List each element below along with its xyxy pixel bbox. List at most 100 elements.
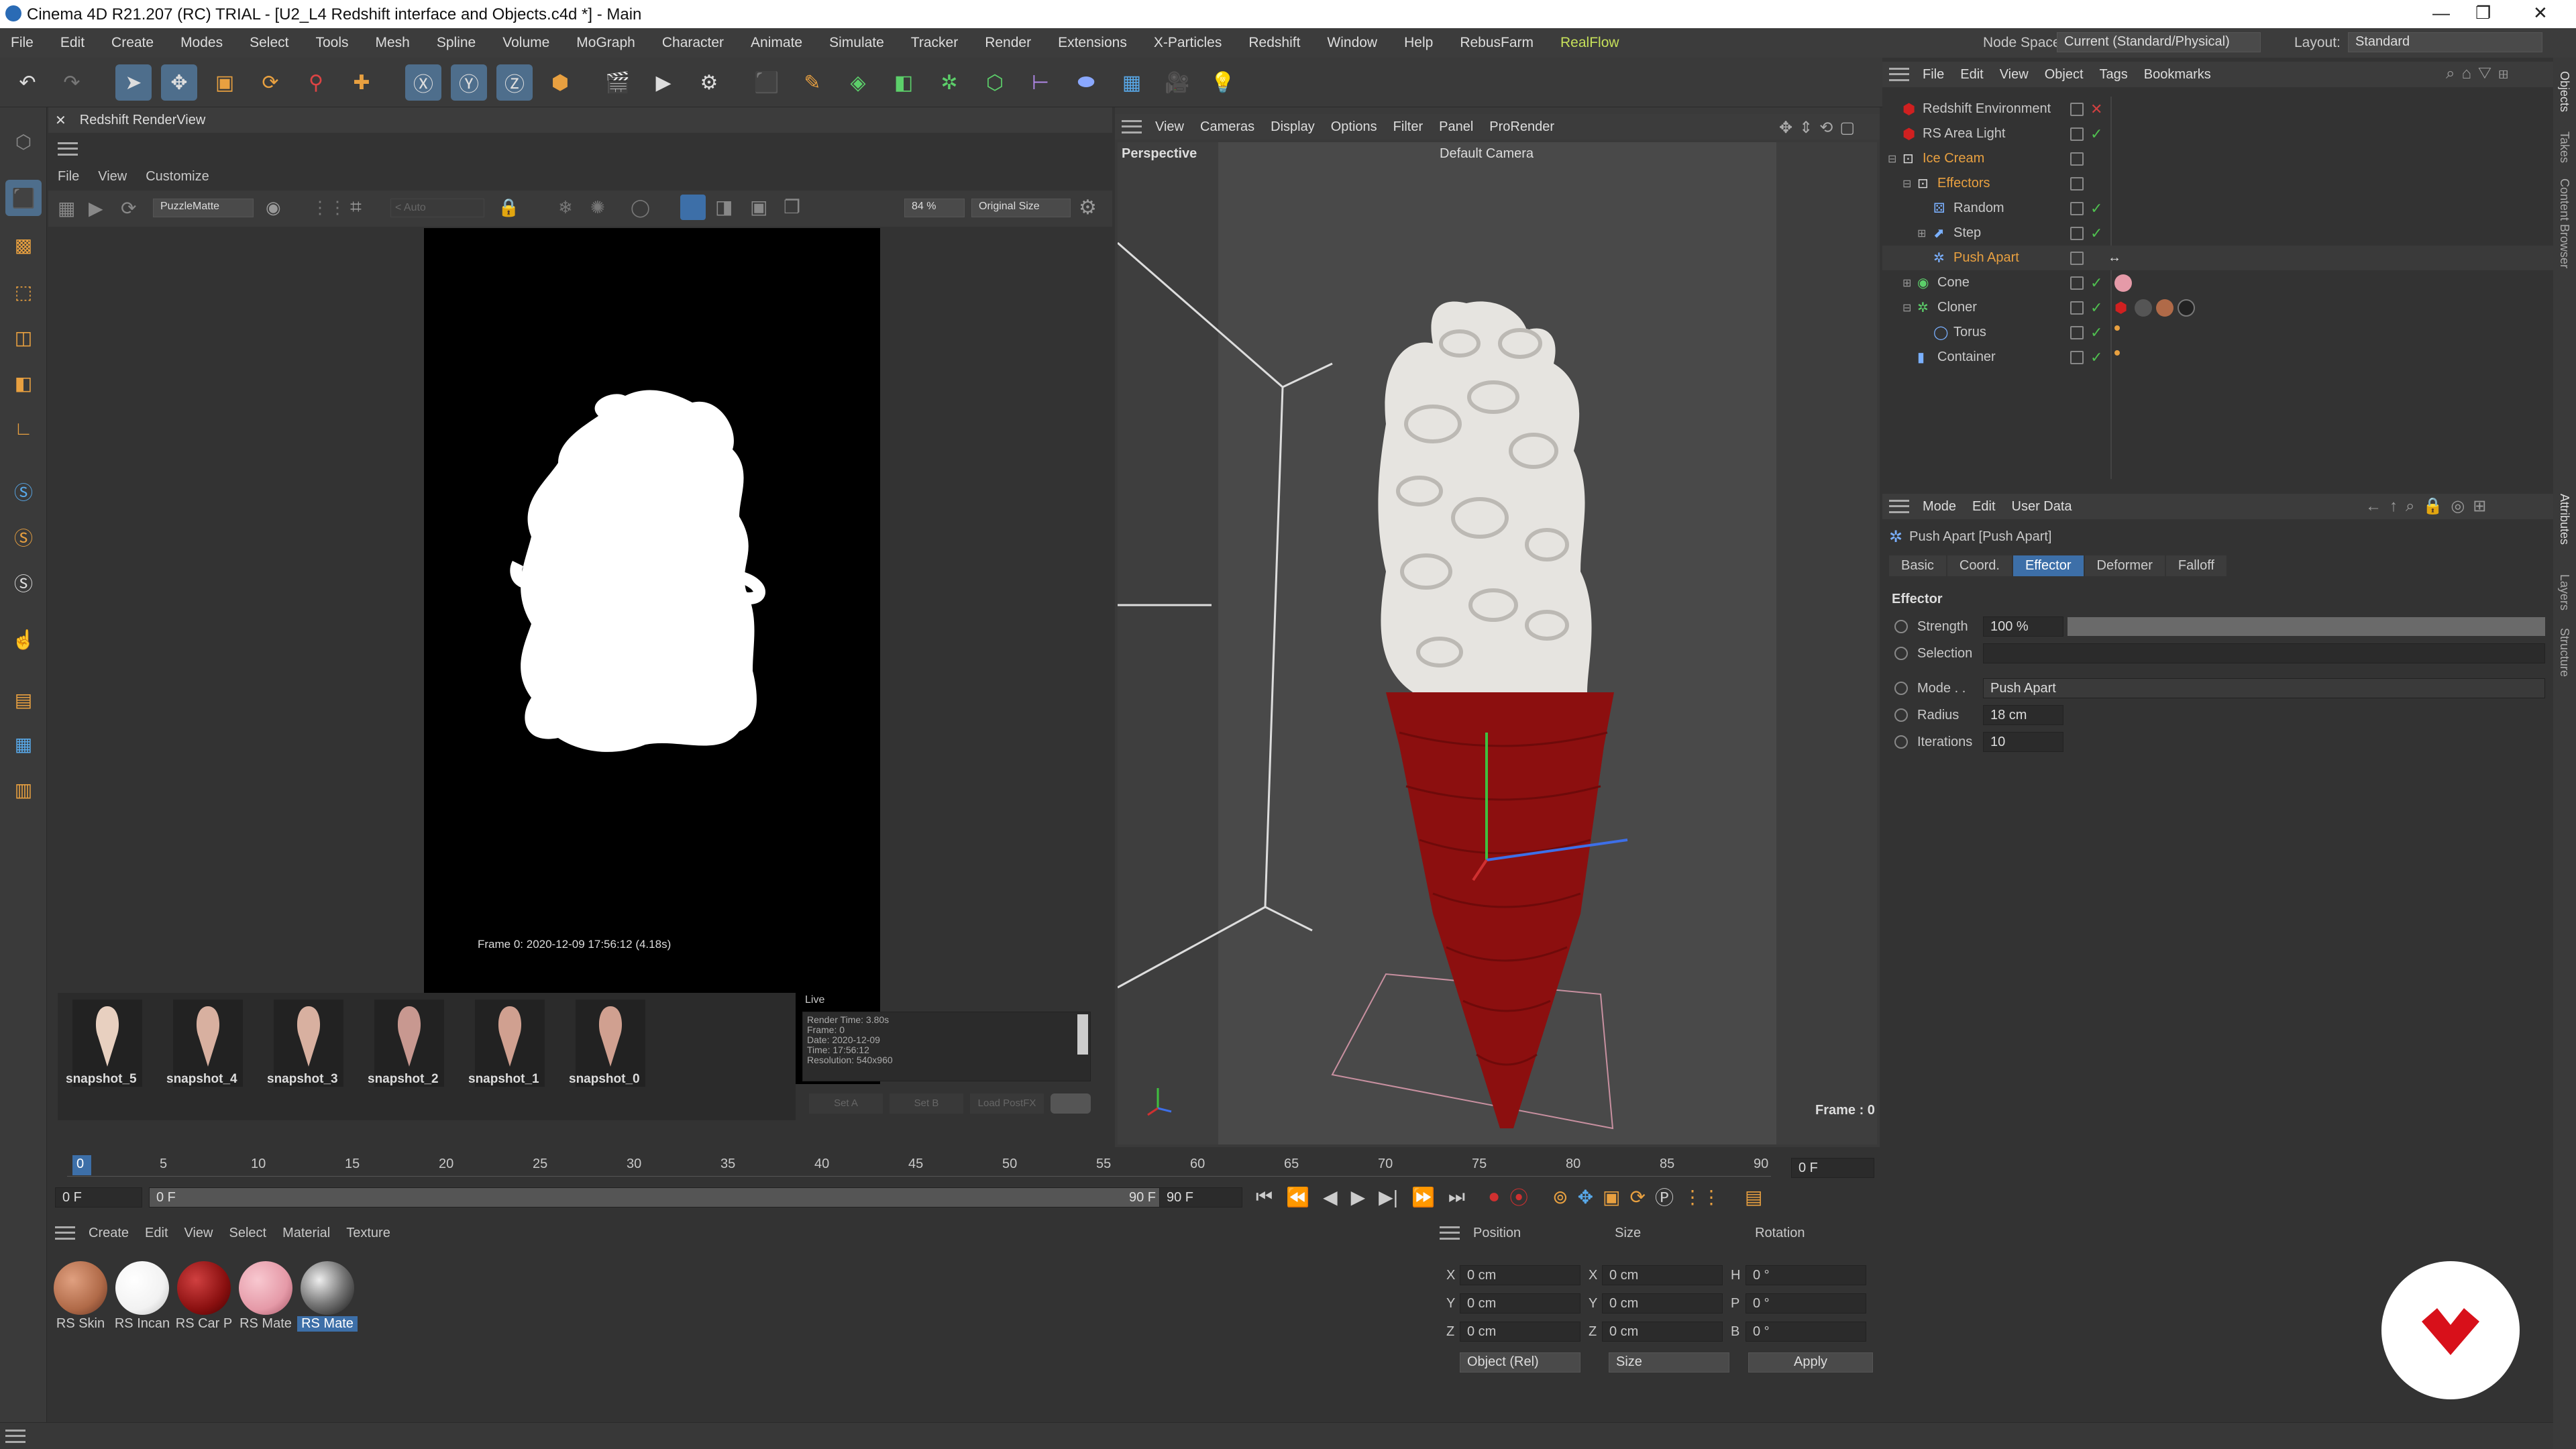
tweak-icon[interactable]: ☝ [5, 621, 42, 657]
visibility-flag[interactable] [2070, 152, 2084, 166]
mat-menu-view[interactable]: View [184, 1226, 213, 1241]
size-x-field[interactable]: 0 cm [1602, 1265, 1723, 1285]
frame-view-icon[interactable] [680, 195, 706, 220]
side-tab-structure[interactable]: Structure [2557, 628, 2571, 677]
material-swatch[interactable] [239, 1261, 292, 1315]
menu-redshift[interactable]: Redshift [1248, 35, 1300, 51]
polygons-mode-icon[interactable]: ◧ [5, 365, 42, 401]
material-swatch[interactable] [177, 1261, 231, 1315]
mat-menu-select[interactable]: Select [229, 1226, 267, 1241]
crop-icon[interactable]: ⌗ [350, 196, 362, 219]
key-move-icon[interactable]: ✥ [1578, 1186, 1593, 1208]
mat-menu-create[interactable]: Create [89, 1226, 129, 1241]
iterations-field[interactable]: 10 [1983, 732, 2063, 752]
coordinate-system-icon[interactable]: ⬢ [542, 64, 578, 101]
disabled-icon[interactable]: ✕ [2090, 101, 2102, 118]
om-menu-tags[interactable]: Tags [2100, 67, 2128, 83]
enabled-check-icon[interactable]: ✓ [2090, 324, 2102, 341]
animate-radio[interactable] [1894, 620, 1908, 633]
menu-create[interactable]: Create [111, 35, 154, 51]
collapse-icon[interactable]: ⊟ [1902, 177, 1911, 191]
undo-icon[interactable]: ↶ [9, 64, 46, 101]
visibility-flag[interactable] [2070, 301, 2084, 315]
render-picture-viewer-icon[interactable]: ▶ [645, 64, 682, 101]
attr-menu-icon[interactable] [1889, 500, 1909, 513]
animate-radio[interactable] [1894, 647, 1908, 660]
size-dropdown[interactable]: Original Size [971, 199, 1071, 217]
z-axis-icon[interactable]: Ⓩ [496, 64, 533, 101]
apply-button[interactable]: Apply [1748, 1352, 1873, 1373]
expand-icon[interactable]: ⊞ [1902, 276, 1911, 290]
load-postfx-button[interactable]: Load PostFX [970, 1093, 1044, 1114]
deformer-icon[interactable]: ⊢ [1022, 64, 1059, 101]
status-menu-icon[interactable] [5, 1430, 25, 1443]
node-space-dropdown[interactable]: Current (Standard/Physical) [2057, 32, 2261, 52]
render-settings-icon[interactable]: ⚙ [691, 64, 727, 101]
tab-coord[interactable]: Coord. [1947, 555, 2012, 576]
visibility-flag[interactable] [2070, 350, 2084, 364]
visibility-flag[interactable] [2070, 176, 2084, 191]
strength-field[interactable]: 100 % [1983, 616, 2063, 637]
object-row-effectors[interactable]: ⊟ ⊡ Effectors [1882, 171, 2553, 196]
tab-falloff[interactable]: Falloff [2165, 555, 2226, 576]
close-icon[interactable]: ✕ [2533, 3, 2548, 23]
menu-mograph[interactable]: MoGraph [576, 35, 635, 51]
om-menu-view[interactable]: View [2000, 67, 2029, 83]
play-icon[interactable]: ▶ [1351, 1186, 1366, 1208]
menu-simulate[interactable]: Simulate [829, 35, 884, 51]
scale-icon[interactable]: ▣ [207, 64, 243, 101]
snap-icon[interactable]: Ⓢ [5, 474, 42, 510]
prev-frame-icon[interactable]: ◀ [1323, 1186, 1338, 1208]
om-menu-icon[interactable] [1889, 68, 1909, 81]
viewport-canvas[interactable]: Perspective Default Camera Frame: 0 [1118, 142, 1877, 1144]
model-mode-icon[interactable]: ⬛ [5, 180, 42, 216]
make-editable-icon[interactable]: ⬡ [5, 123, 42, 160]
animate-radio[interactable] [1894, 708, 1908, 722]
extrude-icon[interactable]: ◧ [885, 64, 922, 101]
visibility-flag[interactable] [2070, 102, 2084, 116]
attr-menu-mode[interactable]: Mode [1923, 499, 1956, 515]
vp-menu-cameras[interactable]: Cameras [1200, 119, 1254, 135]
coord-mode-dropdown[interactable]: Object (Rel) [1460, 1352, 1580, 1373]
compare-icon[interactable]: ◨ [715, 196, 733, 218]
menu-realflow[interactable]: RealFlow [1560, 35, 1619, 51]
side-tab-takes[interactable]: Takes [2557, 131, 2571, 163]
material-swatch[interactable] [54, 1261, 107, 1315]
enabled-check-icon[interactable]: ✓ [2090, 125, 2102, 143]
side-tab-objects[interactable]: Objects [2557, 71, 2571, 112]
size-y-field[interactable]: 0 cm [1602, 1293, 1723, 1313]
rotation-p-field[interactable]: 0 ° [1746, 1293, 1866, 1313]
grid-icon[interactable]: ⋮⋮ [311, 197, 346, 218]
enabled-check-icon[interactable]: ✓ [2090, 299, 2102, 317]
snow-icon[interactable]: ❄ [558, 197, 573, 218]
viewport-menu-icon[interactable] [1122, 120, 1142, 133]
object-row-step[interactable]: ⊞ ⬈ Step ✓ [1882, 221, 2553, 246]
mograph-icon[interactable]: ⬡ [977, 64, 1013, 101]
close-panel-icon[interactable]: ✕ [55, 112, 66, 129]
redo-icon[interactable]: ↷ [54, 64, 90, 101]
object-row-torus[interactable]: ◯ Torus ✓ [1882, 320, 2553, 345]
mat-menu-material[interactable]: Material [282, 1226, 330, 1241]
collapse-icon[interactable]: ⊟ [1888, 152, 1896, 166]
timeline-mode-icon[interactable]: ▤ [1745, 1186, 1762, 1208]
points-mode-icon[interactable]: ⬚ [5, 274, 42, 310]
light-icon[interactable]: 💡 [1205, 64, 1241, 101]
visibility-flag[interactable] [2070, 276, 2084, 290]
menu-help[interactable]: Help [1404, 35, 1433, 51]
refresh-icon[interactable]: ⟳ [121, 197, 136, 219]
position-x-field[interactable]: 0 cm [1460, 1265, 1580, 1285]
key-rotate-icon[interactable]: ⟳ [1630, 1186, 1646, 1208]
rs-object-tag-icon[interactable]: ⬢ [2114, 299, 2127, 317]
snap-settings-icon[interactable]: Ⓢ [5, 519, 42, 555]
cloner-icon[interactable]: ✲ [931, 64, 967, 101]
menu-volume[interactable]: Volume [502, 35, 549, 51]
position-y-field[interactable]: 0 cm [1460, 1293, 1580, 1313]
vp-menu-view[interactable]: View [1155, 119, 1184, 135]
menu-render[interactable]: Render [985, 35, 1031, 51]
film-icon[interactable]: ▦ [58, 197, 75, 219]
menu-mesh[interactable]: Mesh [376, 35, 410, 51]
circle-icon[interactable]: ◯ [631, 197, 650, 218]
object-row-redshift-environment[interactable]: ⬢ Redshift Environment ✕ [1882, 97, 2553, 121]
selection-field[interactable] [1983, 643, 2545, 663]
stats-scrollbar[interactable] [1077, 1014, 1088, 1055]
